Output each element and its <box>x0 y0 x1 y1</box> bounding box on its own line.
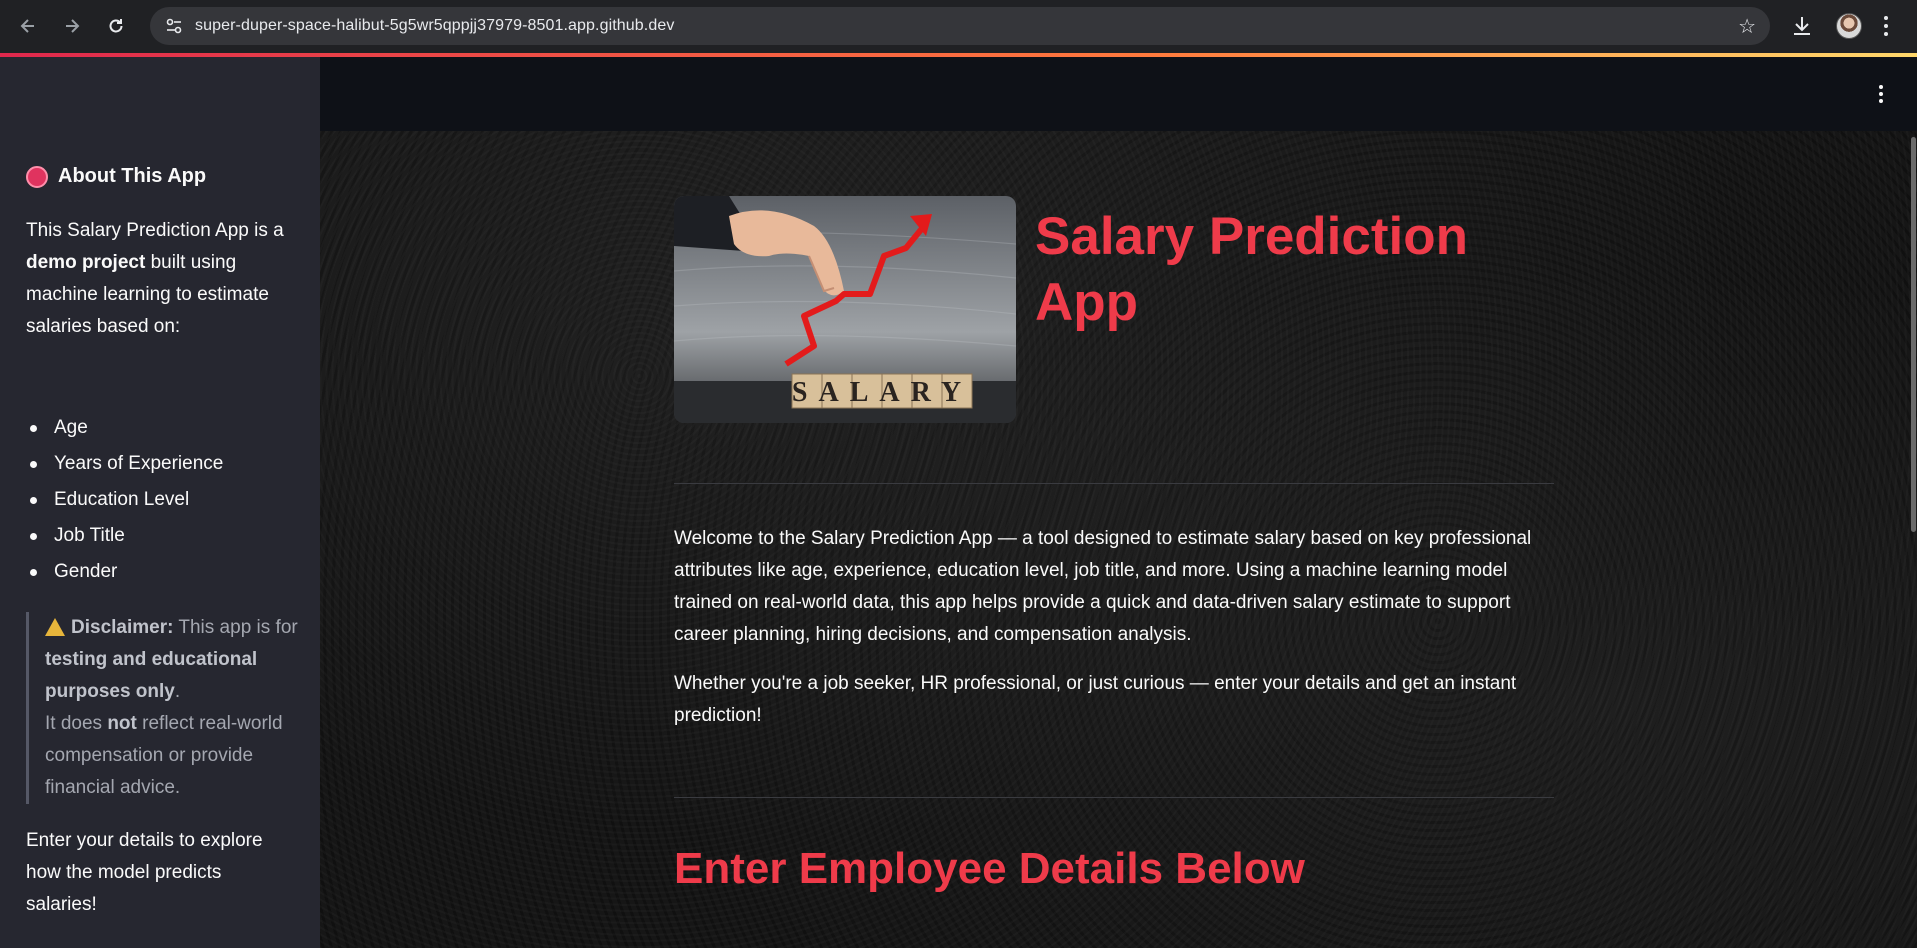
app-header <box>320 57 1917 131</box>
sidebar-intro: This Salary Prediction App is a demo pro… <box>26 215 296 343</box>
salary-hero-image: SALARY <box>674 196 1016 423</box>
sidebar-footer-text: Enter your details to explore how the mo… <box>26 830 263 915</box>
kebab-menu-icon[interactable] <box>1880 12 1892 40</box>
list-item: Gender <box>26 554 296 590</box>
url-text[interactable]: super-duper-space-halibut-5g5wr5qppjj379… <box>195 17 674 35</box>
scrollbar-thumb[interactable] <box>1911 137 1916 532</box>
intro-bold: demo project <box>26 252 146 273</box>
sidebar: About This App This Salary Prediction Ap… <box>0 57 320 948</box>
scrollbar[interactable] <box>1911 131 1917 948</box>
list-item: Years of Experience <box>26 446 296 482</box>
intro-paragraph-2: Whether you're a job seeker, HR professi… <box>674 673 1517 726</box>
disclaimer-not: not <box>107 713 137 734</box>
list-item: Age <box>26 410 296 446</box>
site-settings-icon[interactable] <box>164 16 184 36</box>
divider <box>674 797 1554 798</box>
intro-section: Welcome to the Salary Prediction App — a… <box>674 523 1554 732</box>
section-title: Enter Employee Details Below <box>674 844 1305 893</box>
page-title: Salary Prediction App <box>1035 207 1469 332</box>
divider <box>674 483 1554 484</box>
sidebar-title: About This App <box>26 165 206 188</box>
forward-button[interactable] <box>58 12 86 40</box>
disclaimer-label: Disclaimer: <box>71 617 174 638</box>
disclaimer-text-a: This app is for <box>173 617 298 638</box>
profile-avatar[interactable] <box>1836 13 1862 39</box>
arrow-left-icon <box>20 19 34 33</box>
address-bar[interactable]: super-duper-space-halibut-5g5wr5qppjj379… <box>150 7 1770 45</box>
star-icon[interactable]: ☆ <box>1738 14 1756 39</box>
arrow-right-icon <box>66 19 80 33</box>
feature-list: Age Years of Experience Education Level … <box>26 410 296 590</box>
browser-toolbar: super-duper-space-halibut-5g5wr5qppjj379… <box>0 0 1917 53</box>
list-item: Education Level <box>26 482 296 518</box>
main-content: SALARY Salary Prediction App Welcome to … <box>320 57 1917 948</box>
intro-text-a: This Salary Prediction App is a <box>26 220 284 241</box>
reload-button[interactable] <box>102 12 130 40</box>
list-item: Job Title <box>26 518 296 554</box>
intro-paragraph-1: Welcome to the Salary Prediction App — a… <box>674 528 1532 645</box>
disclaimer-blockquote: Disclaimer: This app is for testing and … <box>26 612 298 804</box>
app-menu-icon[interactable] <box>1877 85 1885 105</box>
back-button[interactable] <box>14 12 42 40</box>
red-circle-icon <box>26 165 48 188</box>
reload-icon <box>109 19 123 33</box>
disclaimer-text-c: It does <box>45 713 108 734</box>
warning-icon <box>45 618 65 636</box>
disclaimer-bold: testing and educational purposes only <box>45 649 258 702</box>
sidebar-title-text: About This App <box>58 165 207 187</box>
salary-blocks-text: SALARY <box>792 377 972 408</box>
disclaimer-text-b: . <box>174 681 181 702</box>
download-icon[interactable] <box>1789 13 1815 39</box>
